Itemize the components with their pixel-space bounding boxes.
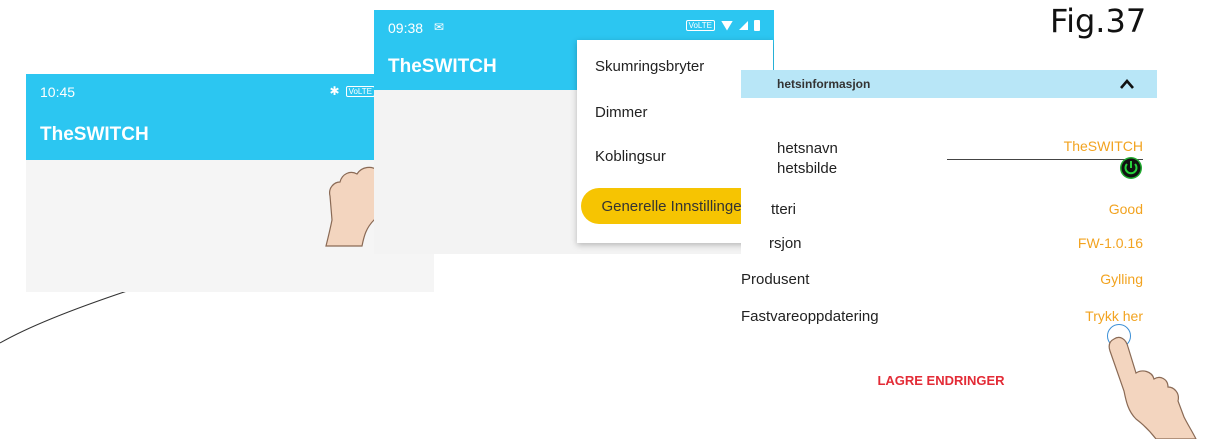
phone-screen-settings: hetsinformasjon hetsnavn TheSWITCH hetsb… — [741, 70, 1157, 404]
section-title: hetsinformasjon — [777, 77, 871, 91]
app-title: TheSWITCH — [40, 124, 149, 145]
menu-item-skumringsbryter[interactable]: Skumringsbryter — [595, 58, 704, 75]
power-icon[interactable] — [1119, 156, 1143, 180]
phone-screen-menu: 09:38 ✉ VoLTE TheSWITCH Skumringsbryter … — [374, 10, 774, 254]
signal-icon — [739, 21, 748, 30]
bluetooth-icon: ✱ — [329, 84, 340, 98]
row-label-versjon: rsjon — [769, 235, 802, 252]
app-title: TheSWITCH — [388, 56, 497, 77]
row-label-produsent: Produsent — [741, 271, 810, 288]
menu-item-koblingsur[interactable]: Koblingsur — [595, 148, 666, 165]
figure-label: Fig.37 — [1050, 2, 1147, 40]
pointing-hand-icon — [1108, 336, 1197, 439]
row-value-batteri: Good — [1108, 201, 1143, 217]
volte-icon: VoLTE — [345, 85, 375, 97]
pointer-line — [0, 289, 131, 344]
status-time: 10:45 — [40, 84, 76, 100]
row-label-batteri: tteri — [771, 201, 797, 218]
row-value-versjon: FW-1.0.16 — [1077, 235, 1143, 251]
menu-item-generelle-innstillinger[interactable]: Generelle Innstillinger — [581, 188, 767, 224]
wifi-icon — [721, 20, 733, 31]
row-label-enhetsnavn: hetsnavn — [777, 140, 838, 157]
chevron-up-icon[interactable] — [1119, 78, 1135, 90]
message-icon: ✉ — [434, 20, 445, 34]
row-label-enhetsbilde: hetsbilde — [777, 160, 838, 177]
battery-icon — [754, 20, 760, 31]
row-label-fastvareoppdatering: Fastvareoppdatering — [741, 308, 879, 325]
name-input[interactable]: TheSWITCH — [947, 136, 1143, 160]
row-value-produsent: Gylling — [1100, 271, 1143, 287]
name-input-value: TheSWITCH — [1063, 138, 1143, 154]
firmware-update-link[interactable]: Trykk her — [1085, 308, 1143, 324]
status-time: 09:38 — [388, 20, 424, 36]
status-icons: VoLTE — [685, 20, 760, 31]
section-header[interactable]: hetsinformasjon — [741, 70, 1157, 98]
status-bar: 10:45 ✱ VoLTE — [26, 74, 434, 110]
volte-icon: VoLTE — [685, 20, 715, 31]
menu-item-dimmer[interactable]: Dimmer — [595, 104, 648, 121]
save-changes-button[interactable]: LAGRE ENDRINGER — [741, 373, 1141, 388]
